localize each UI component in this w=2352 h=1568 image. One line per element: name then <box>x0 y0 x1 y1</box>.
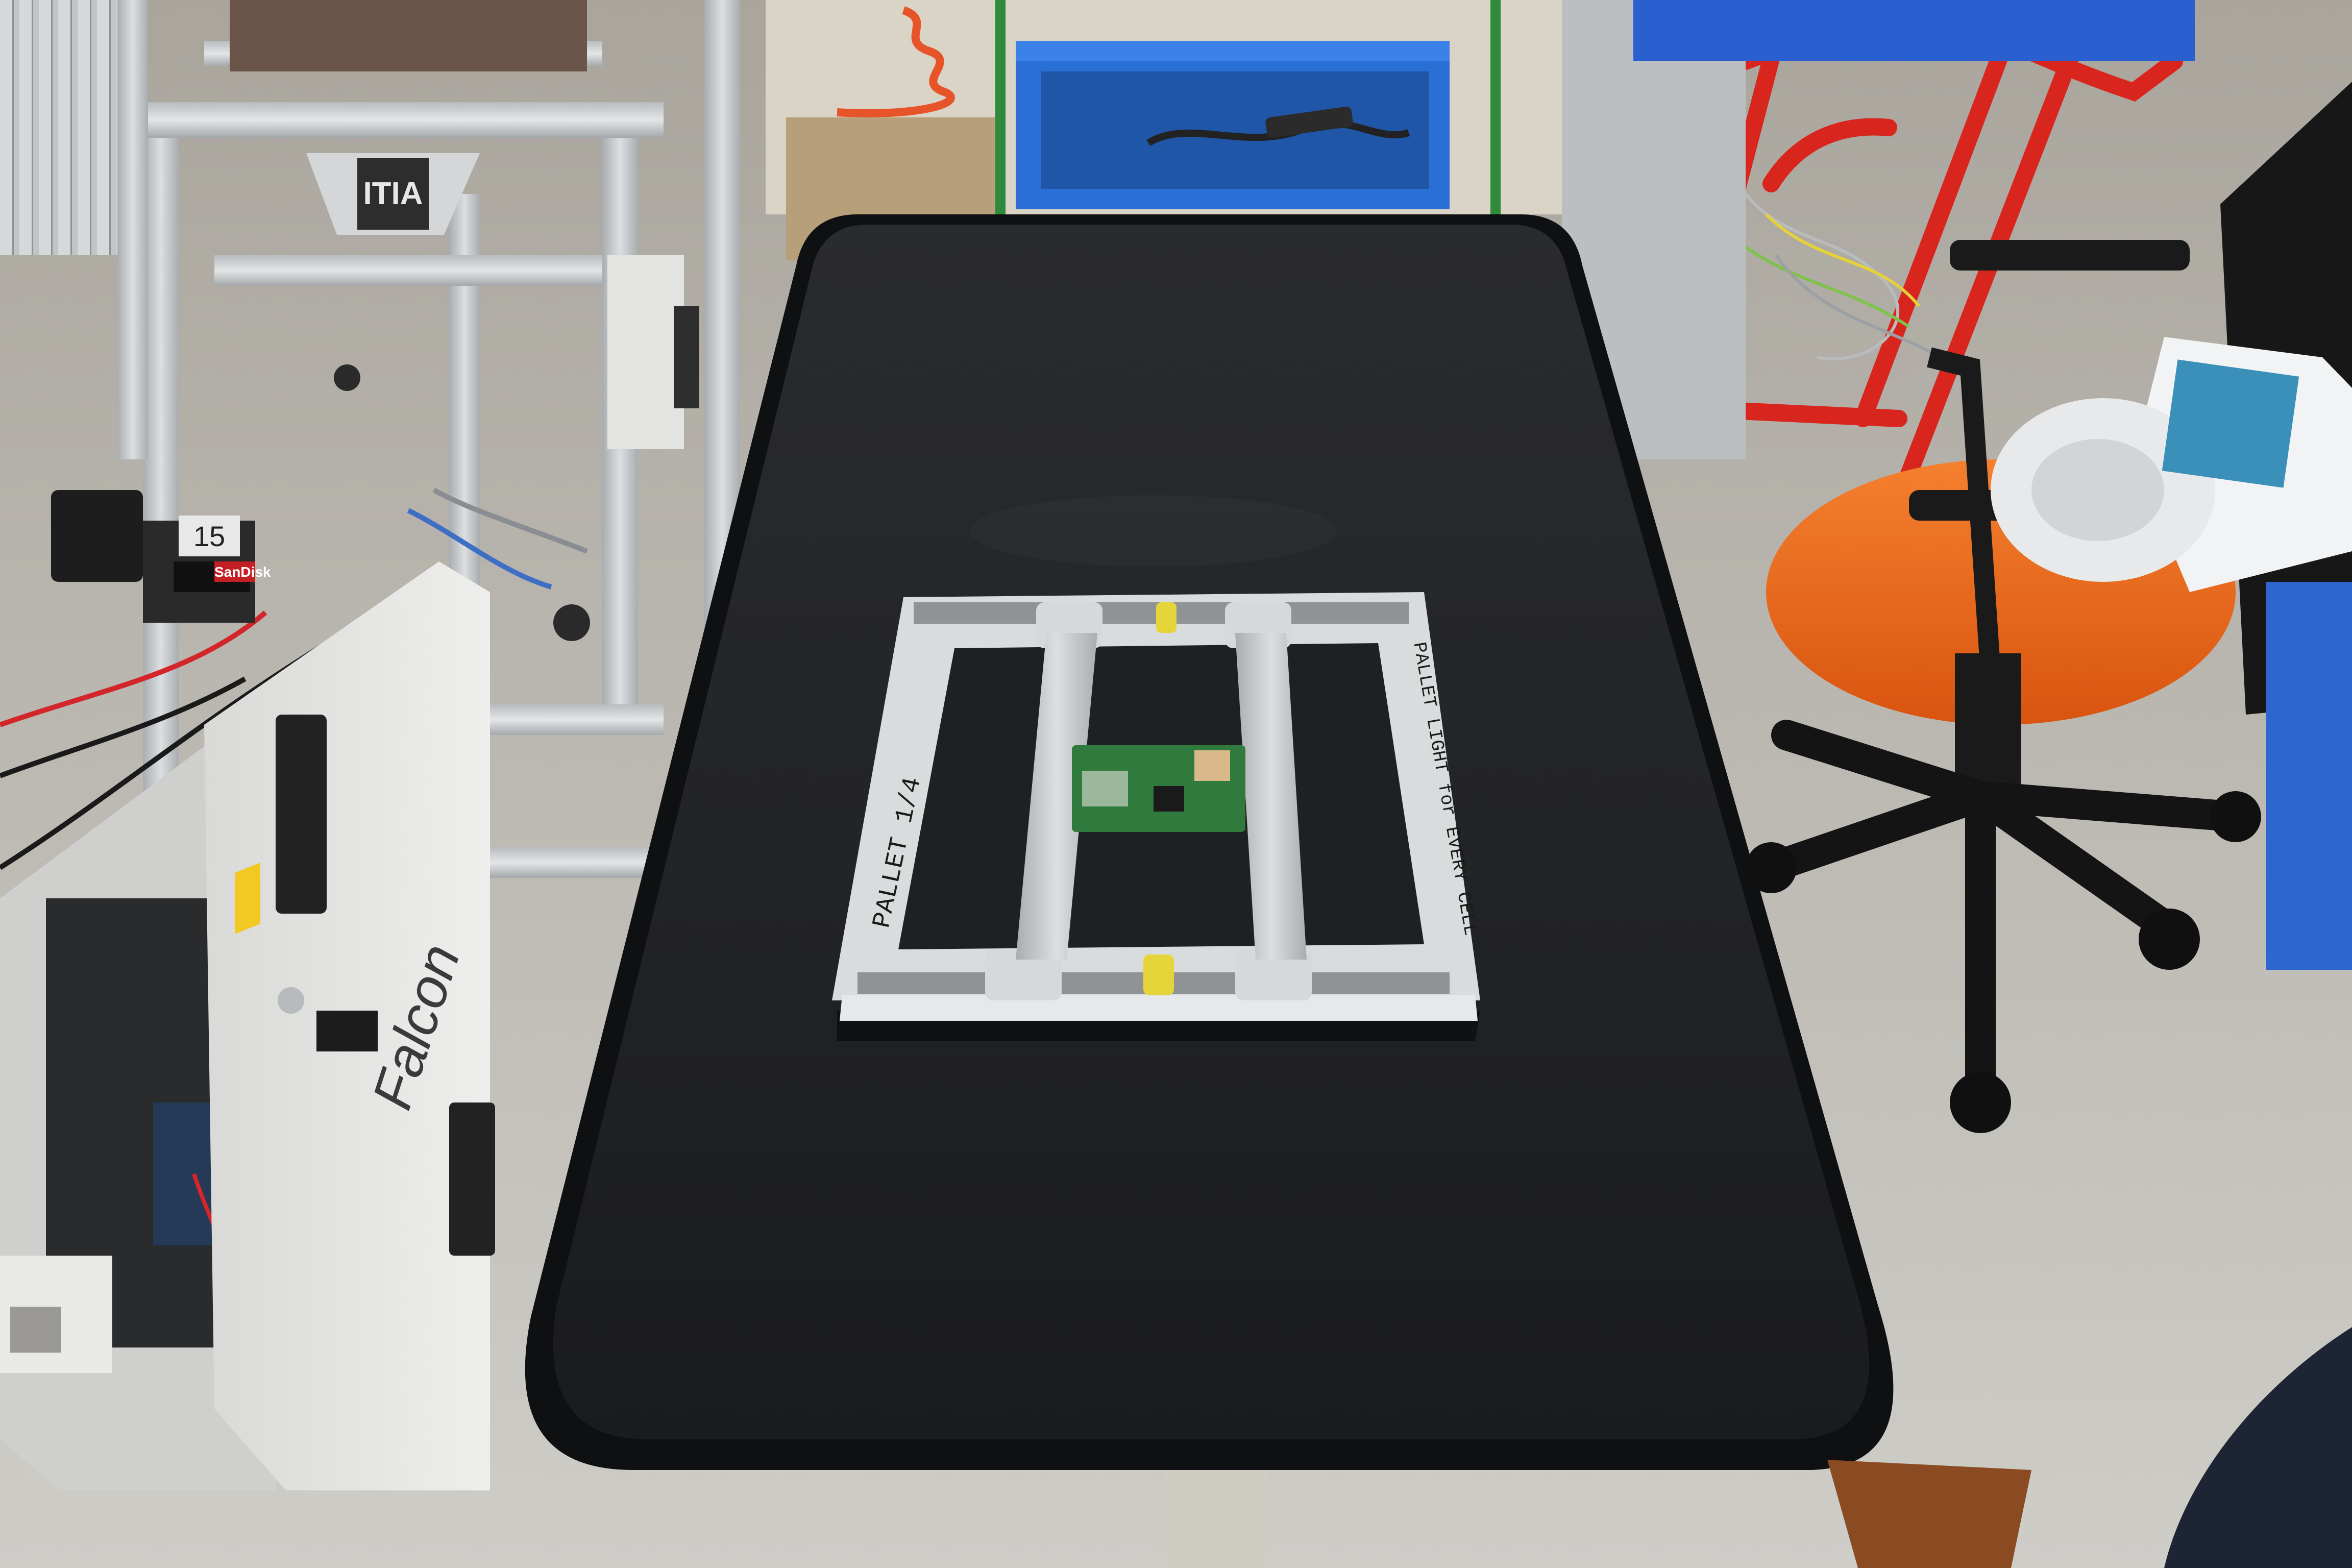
table-pedestal <box>1164 1460 1266 1568</box>
photo-canvas: ITIA Falcon 15 SanDisk PALLET 1/4 PALLET… <box>0 0 2352 1568</box>
blue-conveyor <box>1633 0 2195 61</box>
shoe <box>1827 1460 2031 1568</box>
frame-sign-text: ITIA <box>363 176 423 211</box>
workcell-photo: ITIA Falcon 15 SanDisk PALLET 1/4 PALLET… <box>0 0 2352 1568</box>
pallet-fixture: PALLET 1/4 PALLET LIGHT for EVERY CELL <box>832 592 1481 1041</box>
sd-card-brand-text: SanDisk <box>214 564 271 580</box>
blue-workbench <box>2266 582 2352 970</box>
cabinet-number-text: 15 <box>193 520 225 552</box>
